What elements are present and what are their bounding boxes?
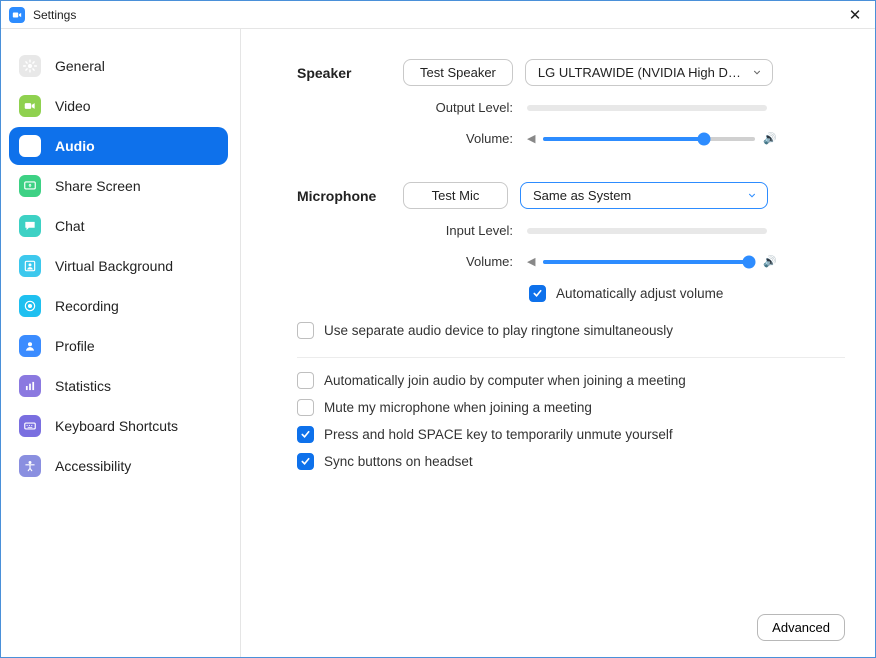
sidebar-item-recording[interactable]: Recording bbox=[9, 287, 228, 325]
advanced-button[interactable]: Advanced bbox=[757, 614, 845, 641]
microphone-heading: Microphone bbox=[297, 188, 376, 204]
space-unmute-label: Press and hold SPACE key to temporarily … bbox=[324, 427, 673, 442]
volume-low-icon: ◀ bbox=[527, 132, 535, 145]
auto-join-audio-label: Automatically join audio by computer whe… bbox=[324, 373, 686, 388]
mute-on-join-label: Mute my microphone when joining a meetin… bbox=[324, 400, 592, 415]
sidebar-item-label: General bbox=[55, 58, 105, 74]
statistics-icon bbox=[19, 375, 41, 397]
auto-adjust-volume-label: Automatically adjust volume bbox=[556, 286, 723, 301]
microphone-input-level-meter bbox=[527, 228, 767, 234]
test-speaker-button[interactable]: Test Speaker bbox=[403, 59, 513, 86]
sidebar: General Video Audio Share Screen Chat Vi… bbox=[1, 29, 241, 657]
sync-headset-checkbox[interactable] bbox=[297, 453, 314, 470]
sidebar-item-statistics[interactable]: Statistics bbox=[9, 367, 228, 405]
keyboard-icon bbox=[19, 415, 41, 437]
sidebar-item-keyboard-shortcuts[interactable]: Keyboard Shortcuts bbox=[9, 407, 228, 445]
sidebar-item-virtual-background[interactable]: Virtual Background bbox=[9, 247, 228, 285]
speaker-output-level-meter bbox=[527, 105, 767, 111]
sidebar-item-general[interactable]: General bbox=[9, 47, 228, 85]
separate-ringtone-label: Use separate audio device to play ringto… bbox=[324, 323, 673, 338]
test-mic-button[interactable]: Test Mic bbox=[403, 182, 508, 209]
gear-icon bbox=[19, 55, 41, 77]
accessibility-icon bbox=[19, 455, 41, 477]
sidebar-item-label: Virtual Background bbox=[55, 258, 173, 274]
sidebar-item-share-screen[interactable]: Share Screen bbox=[9, 167, 228, 205]
sidebar-item-label: Recording bbox=[55, 298, 119, 314]
auto-adjust-volume-checkbox[interactable] bbox=[529, 285, 546, 302]
microphone-volume-slider[interactable] bbox=[543, 255, 755, 269]
microphone-volume-label: Volume: bbox=[297, 254, 527, 269]
speaker-device-select[interactable]: LG ULTRAWIDE (NVIDIA High Defi… bbox=[525, 59, 773, 86]
sidebar-item-label: Accessibility bbox=[55, 458, 131, 474]
sync-headset-label: Sync buttons on headset bbox=[324, 454, 473, 469]
sidebar-item-profile[interactable]: Profile bbox=[9, 327, 228, 365]
mute-on-join-checkbox[interactable] bbox=[297, 399, 314, 416]
recording-icon bbox=[19, 295, 41, 317]
sidebar-item-label: Chat bbox=[55, 218, 85, 234]
sidebar-item-accessibility[interactable]: Accessibility bbox=[9, 447, 228, 485]
sidebar-item-label: Statistics bbox=[55, 378, 111, 394]
sidebar-item-label: Video bbox=[55, 98, 91, 114]
profile-icon bbox=[19, 335, 41, 357]
video-icon bbox=[19, 95, 41, 117]
separate-ringtone-checkbox[interactable] bbox=[297, 322, 314, 339]
volume-low-icon: ◀ bbox=[527, 255, 535, 268]
window-title: Settings bbox=[33, 8, 76, 22]
content-audio: Speaker Test Speaker LG ULTRAWIDE (NVIDI… bbox=[241, 29, 875, 657]
speaker-volume-label: Volume: bbox=[297, 131, 527, 146]
sidebar-item-label: Share Screen bbox=[55, 178, 141, 194]
microphone-device-value: Same as System bbox=[533, 188, 631, 203]
chat-icon bbox=[19, 215, 41, 237]
app-icon bbox=[9, 7, 25, 23]
divider bbox=[297, 357, 845, 358]
auto-join-audio-checkbox[interactable] bbox=[297, 372, 314, 389]
sidebar-item-audio[interactable]: Audio bbox=[9, 127, 228, 165]
speaker-volume-slider[interactable] bbox=[543, 132, 755, 146]
chevron-down-icon bbox=[747, 188, 757, 203]
speaker-device-value: LG ULTRAWIDE (NVIDIA High Defi… bbox=[538, 65, 755, 80]
sidebar-item-chat[interactable]: Chat bbox=[9, 207, 228, 245]
speaker-heading: Speaker bbox=[297, 65, 351, 81]
sidebar-item-label: Audio bbox=[55, 138, 95, 154]
input-level-label: Input Level: bbox=[297, 223, 527, 238]
share-screen-icon bbox=[19, 175, 41, 197]
sidebar-item-video[interactable]: Video bbox=[9, 87, 228, 125]
microphone-device-select[interactable]: Same as System bbox=[520, 182, 768, 209]
close-button[interactable]: ✕ bbox=[843, 3, 867, 27]
titlebar: Settings ✕ bbox=[1, 1, 875, 29]
volume-high-icon: 🔊 bbox=[763, 255, 777, 268]
output-level-label: Output Level: bbox=[297, 100, 527, 115]
sidebar-item-label: Keyboard Shortcuts bbox=[55, 418, 178, 434]
headphones-icon bbox=[19, 135, 41, 157]
sidebar-item-label: Profile bbox=[55, 338, 95, 354]
virtual-background-icon bbox=[19, 255, 41, 277]
space-unmute-checkbox[interactable] bbox=[297, 426, 314, 443]
volume-high-icon: 🔊 bbox=[763, 132, 777, 145]
